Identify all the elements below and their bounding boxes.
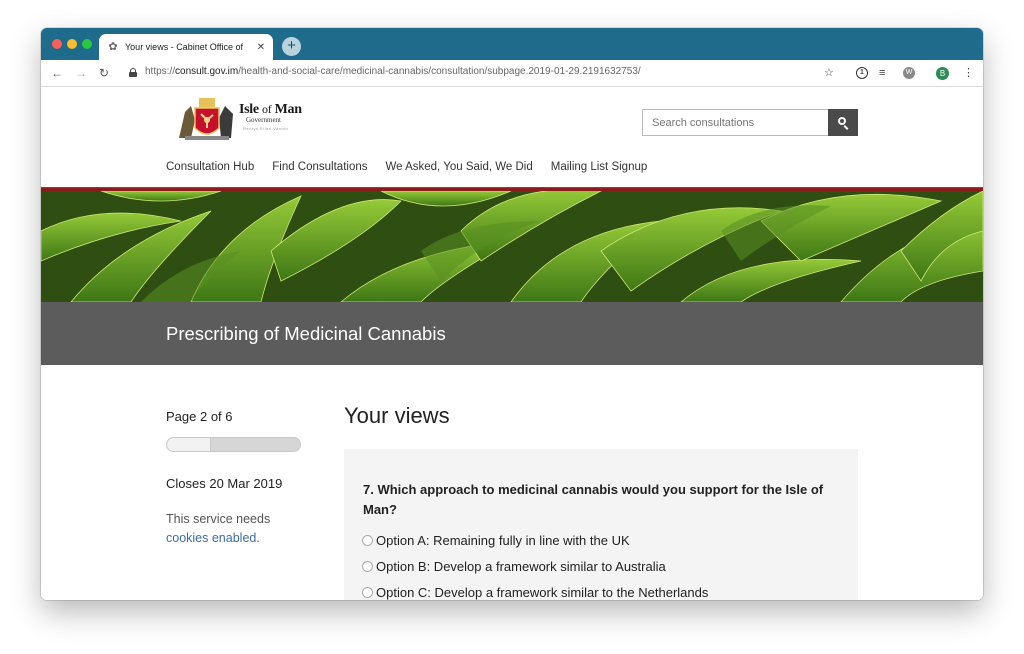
wordpress-extension-icon[interactable]: W (903, 67, 915, 79)
closing-date: Closes 20 Mar 2019 (166, 476, 283, 491)
logo-title-man: Man (274, 102, 302, 117)
url-scheme: https:// (145, 66, 176, 77)
screen: ✿ Your views - Cabinet Office of ✕ + ← →… (0, 0, 1024, 654)
progress-bar (166, 437, 301, 452)
main-content: Page 2 of 6 Closes 20 Mar 2019 This serv… (41, 365, 983, 600)
cookie-notice-period: . (256, 531, 260, 545)
option-b[interactable]: Option B: Develop a framework similar to… (362, 559, 666, 574)
logo-wordmark: Isle of Man Government Reiltys Ellan Van… (239, 102, 302, 131)
minimize-window-button[interactable] (67, 39, 77, 49)
option-a-radio[interactable] (362, 535, 373, 546)
nav-consultation-hub[interactable]: Consultation Hub (166, 161, 254, 173)
forward-arrow-icon[interactable]: → (75, 65, 87, 81)
logo-title-isle: Isle (239, 102, 259, 117)
browser-tab-bar: ✿ Your views - Cabinet Office of ✕ + (41, 28, 983, 60)
option-a[interactable]: Option A: Remaining fully in line with t… (362, 533, 630, 548)
consultation-title-bar: Prescribing of Medicinal Cannabis (41, 302, 983, 365)
web-page: Isle of Man Government Reiltys Ellan Van… (41, 88, 983, 600)
bookmark-star-icon[interactable]: ☆ (824, 66, 834, 80)
search-consultations-input[interactable] (642, 109, 829, 136)
question-panel: 7. Which approach to medicinal cannabis … (344, 449, 858, 600)
page-indicator: Page 2 of 6 (166, 409, 233, 424)
maximize-window-button[interactable] (82, 39, 92, 49)
consultation-title: Prescribing of Medicinal Cannabis (166, 323, 446, 344)
section-title: Your views (344, 403, 450, 428)
logo-gaelic-text: Reiltys Ellan Vannin (243, 126, 289, 131)
tab-title: Your views - Cabinet Office of (125, 42, 244, 52)
profile-avatar[interactable]: B (936, 67, 949, 80)
main-navigation: Consultation Hub Find Consultations We A… (166, 161, 647, 173)
more-menu-icon[interactable]: ⋮ (963, 66, 974, 80)
layers-extension-icon[interactable]: ≡ (879, 66, 885, 80)
close-window-button[interactable] (52, 39, 62, 49)
cookies-enabled-link[interactable]: cookies enabled (166, 531, 256, 545)
lock-icon[interactable] (129, 68, 137, 77)
tab-close-icon[interactable]: ✕ (257, 42, 265, 53)
option-b-radio[interactable] (362, 561, 373, 572)
search-button[interactable] (828, 109, 858, 136)
password-manager-icon[interactable]: 1 (856, 67, 868, 79)
new-tab-button[interactable]: + (282, 37, 301, 56)
url-path: /health-and-social-care/medicinal-cannab… (238, 66, 641, 77)
browser-toolbar: ← → ↻ https://consult.gov.im/health-and-… (41, 60, 983, 87)
triskelion-favicon-icon: ✿ (108, 41, 118, 53)
coat-of-arms-icon (179, 98, 233, 140)
search-icon (838, 117, 846, 125)
browser-tab-active[interactable]: ✿ Your views - Cabinet Office of ✕ (99, 34, 273, 60)
url-host: consult.gov.im (175, 66, 239, 77)
logo-title-of: of (262, 102, 272, 116)
hero-banner-cannabis-leaves (41, 191, 983, 302)
cookie-notice: This service needs cookies enabled. (166, 510, 296, 548)
nav-mailing-list-signup[interactable]: Mailing List Signup (551, 161, 648, 173)
option-c-label: Option C: Develop a framework similar to… (376, 585, 709, 600)
cookie-notice-text: This service needs (166, 512, 271, 526)
address-bar[interactable]: https://consult.gov.im/health-and-social… (145, 66, 641, 77)
option-c-radio[interactable] (362, 587, 373, 598)
reload-icon[interactable]: ↻ (99, 65, 109, 81)
back-arrow-icon[interactable]: ← (51, 65, 63, 81)
option-a-label: Option A: Remaining fully in line with t… (376, 533, 630, 548)
question-text: 7. Which approach to medicinal cannabis … (363, 482, 824, 517)
option-b-label: Option B: Develop a framework similar to… (376, 559, 666, 574)
browser-window: ✿ Your views - Cabinet Office of ✕ + ← →… (41, 28, 983, 600)
isle-of-man-government-logo[interactable]: Isle of Man Government Reiltys Ellan Van… (175, 94, 303, 142)
nav-we-asked-you-said[interactable]: We Asked, You Said, We Did (385, 161, 532, 173)
site-header: Isle of Man Government Reiltys Ellan Van… (41, 88, 983, 191)
progress-bar-fill (167, 438, 212, 451)
option-c[interactable]: Option C: Develop a framework similar to… (362, 585, 708, 600)
nav-find-consultations[interactable]: Find Consultations (272, 161, 367, 173)
